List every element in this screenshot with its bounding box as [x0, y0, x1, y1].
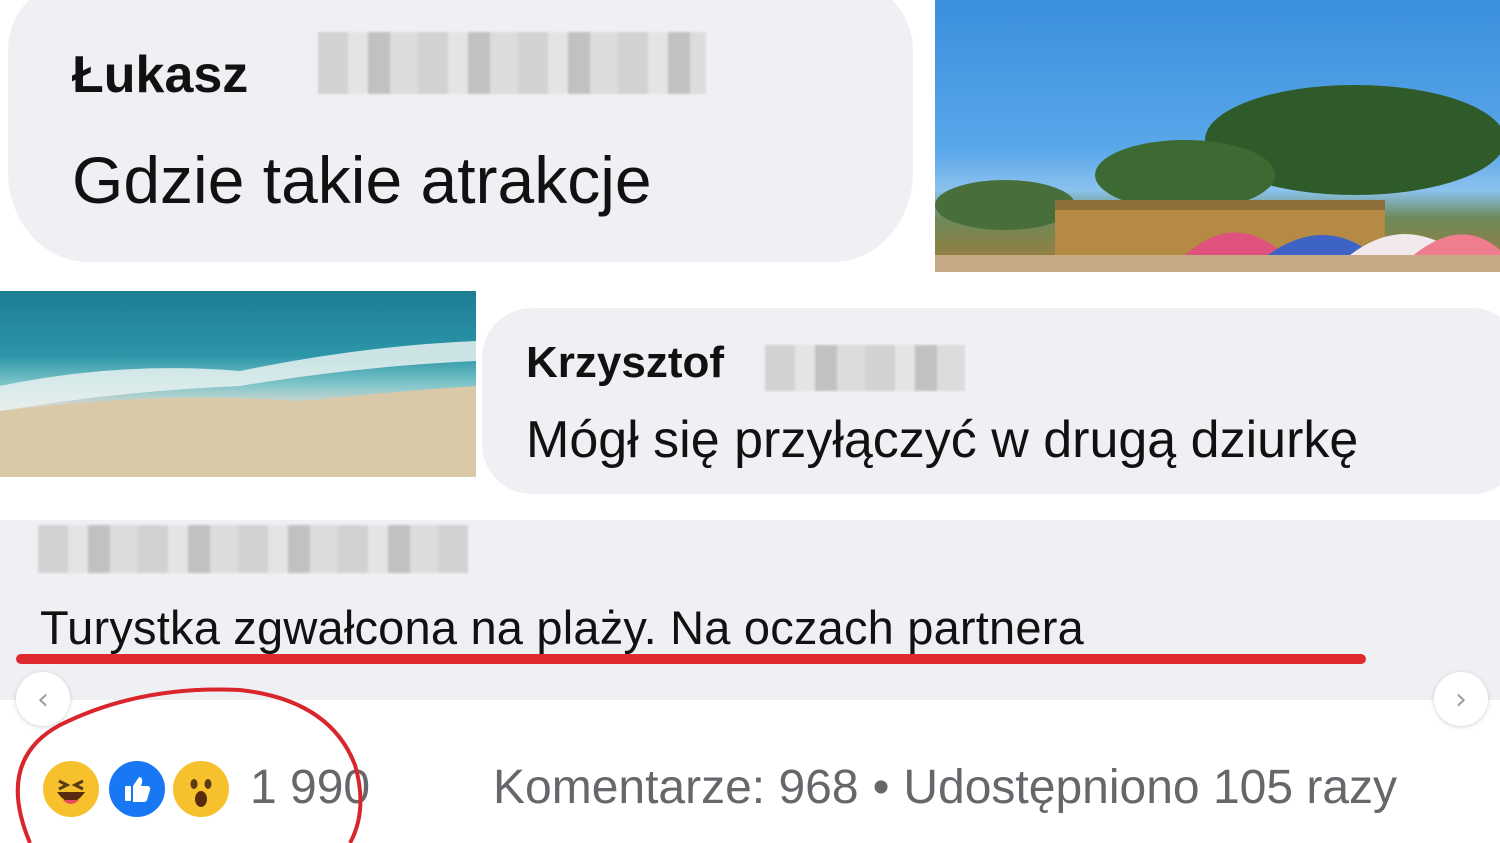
like-reaction-icon[interactable]	[106, 758, 168, 820]
shares-count-link[interactable]: Udostępniono 105 razy	[903, 761, 1397, 814]
carousel-prev-button[interactable]: ‹	[16, 672, 70, 726]
comments-count-link[interactable]: Komentarze: 968	[493, 761, 859, 814]
reaction-count[interactable]: 1 990	[250, 760, 370, 815]
carousel-next-button[interactable]: ›	[1434, 672, 1488, 726]
comment-author-krzysztof[interactable]: Krzysztof	[526, 338, 724, 388]
blurred-surname	[318, 32, 706, 94]
red-underline-annotation	[16, 654, 1366, 664]
post-stats: Komentarze: 968 • Udostępniono 105 razy	[493, 760, 1397, 815]
haha-reaction-icon[interactable]	[40, 758, 102, 820]
comment-text-krzysztof: Mógł się przyłączyć w drugą dziurkę	[526, 411, 1359, 469]
wow-reaction-icon[interactable]	[170, 758, 232, 820]
comment-author-lukasz[interactable]: Łukasz	[72, 45, 248, 105]
post-headline[interactable]: Turystka zgwałcona na plaży. Na oczach p…	[40, 600, 1084, 655]
sea-beach-photo	[0, 291, 476, 477]
blurred-source-name	[38, 525, 468, 573]
chevron-left-icon: ‹	[37, 681, 49, 717]
beach-umbrellas-photo	[935, 0, 1500, 272]
chevron-right-icon: ›	[1455, 681, 1467, 717]
stats-separator: •	[872, 761, 890, 814]
blurred-surname	[765, 345, 965, 391]
comment-text-lukasz: Gdzie takie atrakcje	[72, 143, 652, 217]
